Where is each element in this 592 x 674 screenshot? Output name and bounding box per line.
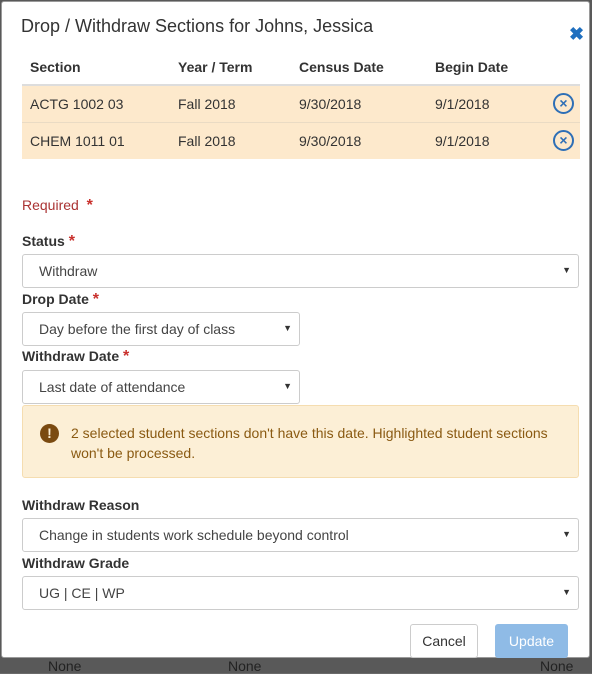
caret-down-icon: ▼ [283,381,292,391]
column-header-begin-date: Begin Date [427,50,545,86]
update-button[interactable]: Update [495,624,568,658]
table-row: ACTG 1002 03 Fall 2018 9/30/2018 9/1/201… [22,84,580,122]
cancel-button[interactable]: Cancel [410,624,478,658]
required-note-text: Required [22,197,79,213]
drop-date-label: Drop Date * [22,291,99,309]
withdraw-reason-select-value: Change in students work schedule beyond … [39,527,349,543]
required-note: Required * [22,197,93,215]
cell-term: Fall 2018 [170,84,291,122]
withdraw-grade-select[interactable]: UG | CE | WP ▼ [22,576,579,610]
caret-down-icon: ▼ [283,323,292,333]
status-label-text: Status [22,233,65,249]
status-select[interactable]: Withdraw ▼ [22,254,579,288]
withdraw-grade-label: Withdraw Grade [22,555,130,571]
required-star: * [68,233,75,250]
caret-down-icon: ▼ [562,529,571,539]
table-row: CHEM 1011 01 Fall 2018 9/30/2018 9/1/201… [22,121,580,159]
withdraw-date-select[interactable]: Last date of attendance ▼ [22,370,300,404]
remove-section-icon[interactable]: × [553,93,574,115]
withdraw-date-label: Withdraw Date * [22,348,129,366]
remove-section-icon[interactable]: × [553,130,574,152]
cell-remove: × [545,84,580,122]
column-header-section: Section [22,50,170,86]
cell-term: Fall 2018 [170,121,291,159]
close-icon[interactable]: ✖ [569,25,584,43]
withdraw-reason-select[interactable]: Change in students work schedule beyond … [22,518,579,552]
cell-remove: × [545,121,580,159]
caret-down-icon: ▼ [562,265,571,275]
column-header-actions [545,50,580,86]
cell-census-date: 9/30/2018 [291,121,427,159]
column-header-census-date: Census Date [291,50,427,86]
withdraw-date-label-text: Withdraw Date [22,348,120,364]
status-select-value: Withdraw [39,263,98,279]
drop-date-select[interactable]: Day before the first day of class ▼ [22,312,300,346]
required-star: * [123,348,130,365]
warning-alert: ! 2 selected student sections don't have… [22,405,579,478]
sections-table: Section Year / Term Census Date Begin Da… [22,50,580,159]
cell-section: CHEM 1011 01 [22,121,170,159]
drop-date-label-text: Drop Date [22,291,89,307]
column-header-year-term: Year / Term [170,50,291,86]
withdraw-date-select-value: Last date of attendance [39,379,186,395]
exclamation-circle-icon: ! [40,424,59,443]
drop-withdraw-dialog: Drop / Withdraw Sections for Johns, Jess… [1,1,590,658]
status-label: Status * [22,233,75,251]
alert-message: 2 selected student sections don't have t… [71,425,548,461]
cell-begin-date: 9/1/2018 [427,121,545,159]
required-star: * [92,291,100,308]
withdraw-reason-label: Withdraw Reason [22,497,140,513]
withdraw-grade-select-value: UG | CE | WP [39,585,125,601]
cell-section: ACTG 1002 03 [22,84,170,122]
dialog-title: Drop / Withdraw Sections for Johns, Jess… [21,16,374,36]
cell-census-date: 9/30/2018 [291,84,427,122]
caret-down-icon: ▼ [562,587,571,597]
background-cell: None [48,658,82,674]
background-cell: None [540,658,574,674]
drop-date-select-value: Day before the first day of class [39,321,236,337]
table-header-row: Section Year / Term Census Date Begin Da… [22,50,580,86]
cell-begin-date: 9/1/2018 [427,84,545,122]
required-star: * [86,197,93,214]
background-cell: None [228,658,262,674]
